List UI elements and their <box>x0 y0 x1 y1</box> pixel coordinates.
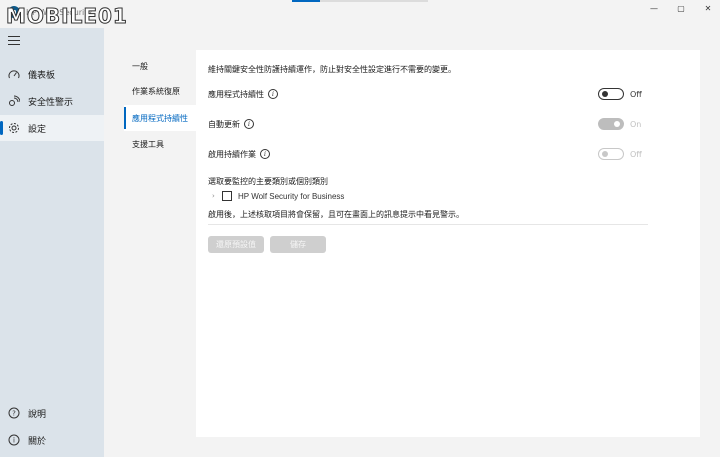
section-title: 選取要監控的主要類別或個別類別 <box>208 177 328 186</box>
tab-general[interactable]: 一般 <box>124 53 196 79</box>
alert-signal-icon <box>8 95 20 107</box>
note-text: 啟用後，上述核取項目將會保留，且可在畫面上的訊息提示中看見警示。 <box>208 210 464 219</box>
sidebar-item-label: 安全性警示 <box>28 97 74 108</box>
setting-row: 應用程式持續性 i Off <box>208 86 648 102</box>
sidebar-item-security-alerts[interactable]: 安全性警示 <box>0 88 104 114</box>
info-icon[interactable]: i <box>260 149 270 159</box>
info-icon[interactable]: i <box>244 119 254 129</box>
tab-indicator <box>292 0 320 2</box>
speedometer-icon <box>8 68 20 80</box>
sidebar-item-label: 儀表板 <box>28 70 56 81</box>
svg-text:?: ? <box>12 410 16 418</box>
setting-label: 啟用持續作業 <box>208 149 256 159</box>
maximize-button[interactable]: ▢ <box>667 2 695 16</box>
setting-label: 應用程式持續性 <box>208 89 264 99</box>
enable-persistence-toggle[interactable] <box>598 148 624 160</box>
settings-subnav: 一般 作業系統復原 應用程式持續性 支援工具 <box>124 50 196 437</box>
tab-indicator-track <box>320 0 428 2</box>
tab-os-recovery[interactable]: 作業系統復原 <box>124 78 196 104</box>
sidebar-item-dashboard[interactable]: 儀表板 <box>0 61 104 87</box>
toggle-state: On <box>630 119 642 129</box>
divider <box>208 224 648 225</box>
gear-icon <box>8 122 20 134</box>
tab-support-tools[interactable]: 支援工具 <box>124 131 196 157</box>
toggle-state: Off <box>630 149 642 159</box>
settings-content: 維持關鍵安全性防護持續運作，防止對安全性設定進行不需要的變更。 應用程式持續性 … <box>208 50 688 437</box>
hamburger-menu-icon[interactable] <box>8 36 20 46</box>
tree-item: › HP Wolf Security for Business <box>212 191 344 201</box>
page-description: 維持關鍵安全性防護持續運作，防止對安全性設定進行不需要的變更。 <box>208 65 456 74</box>
chevron-right-icon[interactable]: › <box>212 192 222 200</box>
sidebar-item-label: 關於 <box>28 436 47 447</box>
setting-row: 自動更新 i On <box>208 116 648 132</box>
tree-item-label: HP Wolf Security for Business <box>238 191 345 201</box>
setting-row: 啟用持續作業 i Off <box>208 146 648 162</box>
save-button[interactable]: 儲存 <box>270 236 326 253</box>
sidebar-item-label: 說明 <box>28 409 47 420</box>
info-icon[interactable]: i <box>268 89 278 99</box>
app-persistence-toggle[interactable] <box>598 88 624 100</box>
help-icon: ? <box>8 407 20 419</box>
auto-update-toggle[interactable] <box>598 118 624 130</box>
sidebar-item-settings[interactable]: 設定 <box>0 115 104 141</box>
restore-defaults-button[interactable]: 還原預設值 <box>208 236 264 253</box>
tab-app-persistence[interactable]: 應用程式持續性 <box>124 105 196 131</box>
sidebar-item-label: 設定 <box>28 124 47 135</box>
info-icon: i <box>8 434 20 446</box>
toggle-state: Off <box>630 89 642 99</box>
sidebar-item-about[interactable]: i 關於 <box>0 427 104 453</box>
setting-label: 自動更新 <box>208 119 240 129</box>
category-checkbox[interactable] <box>222 191 232 201</box>
watermark-logo: MOBILE01 <box>6 4 128 29</box>
sidebar-item-help[interactable]: ? 說明 <box>0 400 104 426</box>
close-button[interactable]: ✕ <box>694 2 720 16</box>
minimize-button[interactable]: — <box>640 2 668 16</box>
title-bar: h HP Wolf Security MOBILE01 — ▢ ✕ <box>0 0 720 29</box>
sidebar: 儀表板 安全性警示 設定 ? 說明 i 關於 <box>0 28 104 457</box>
svg-text:i: i <box>13 437 15 445</box>
settings-panel: 一般 作業系統復原 應用程式持續性 支援工具 維持關鍵安全性防護持續運作，防止對… <box>124 50 700 437</box>
